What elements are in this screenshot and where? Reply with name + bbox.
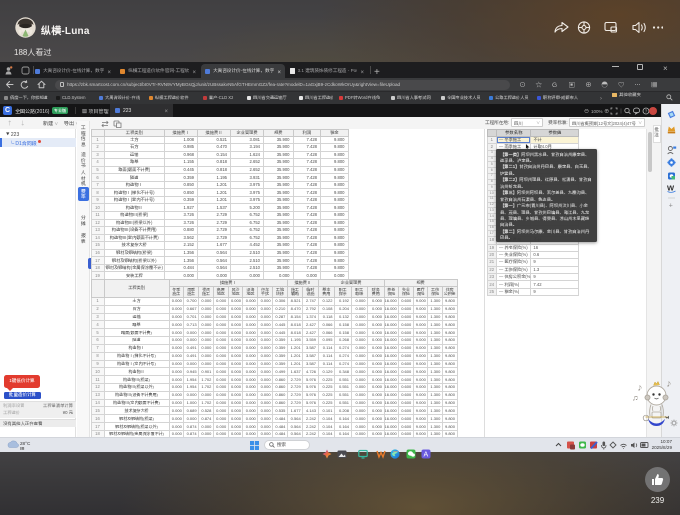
svg-text:A: A: [424, 450, 429, 460]
svg-text:♪: ♪: [666, 379, 672, 388]
svg-text:♪: ♪: [637, 383, 643, 392]
svg-text:+: +: [669, 201, 673, 211]
svg-text:晴: 晴: [20, 447, 25, 451]
svg-text:♫: ♫: [632, 395, 638, 402]
